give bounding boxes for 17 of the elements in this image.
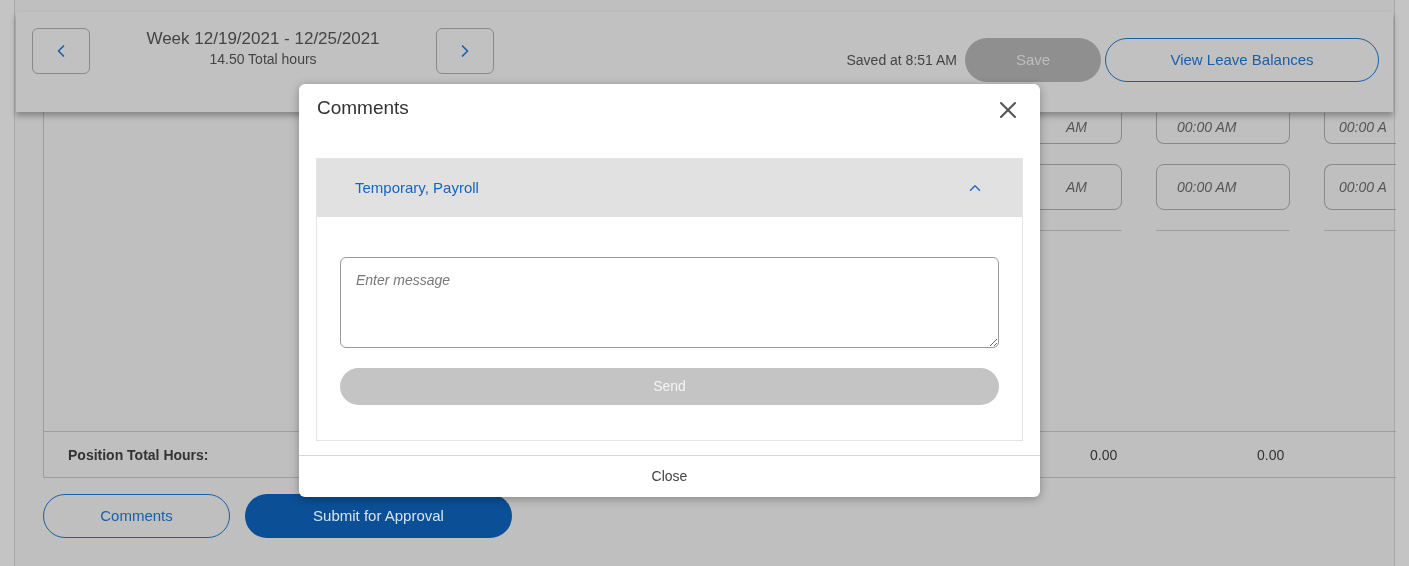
total-hours: 14.50 Total hours [209, 50, 317, 68]
time-field[interactable]: 00:00 A [1324, 113, 1396, 144]
week-range: Week 12/19/2021 - 12/25/2021 [146, 28, 380, 50]
time-field[interactable]: 00:00 A [1324, 164, 1396, 210]
previous-week-button[interactable] [32, 28, 90, 74]
saved-status: Saved at 8:51 AM [846, 50, 957, 70]
submit-button[interactable]: Submit for Approval [245, 494, 512, 538]
message-field[interactable]: Enter message [340, 257, 999, 348]
total-hours-value: 0.00 [1090, 446, 1118, 463]
next-week-button[interactable] [436, 28, 494, 74]
close-button[interactable]: Close [651, 466, 688, 487]
position-total-label: Position Total Hours: [68, 446, 209, 463]
total-hours-value: 0.00 [1257, 446, 1285, 463]
dialog-title: Comments [317, 96, 409, 120]
time-field[interactable]: 00:00 AM [1156, 113, 1290, 144]
time-field[interactable]: 00:00 AM [1156, 164, 1290, 210]
thread-header[interactable]: Temporary, Payroll [317, 159, 1022, 217]
